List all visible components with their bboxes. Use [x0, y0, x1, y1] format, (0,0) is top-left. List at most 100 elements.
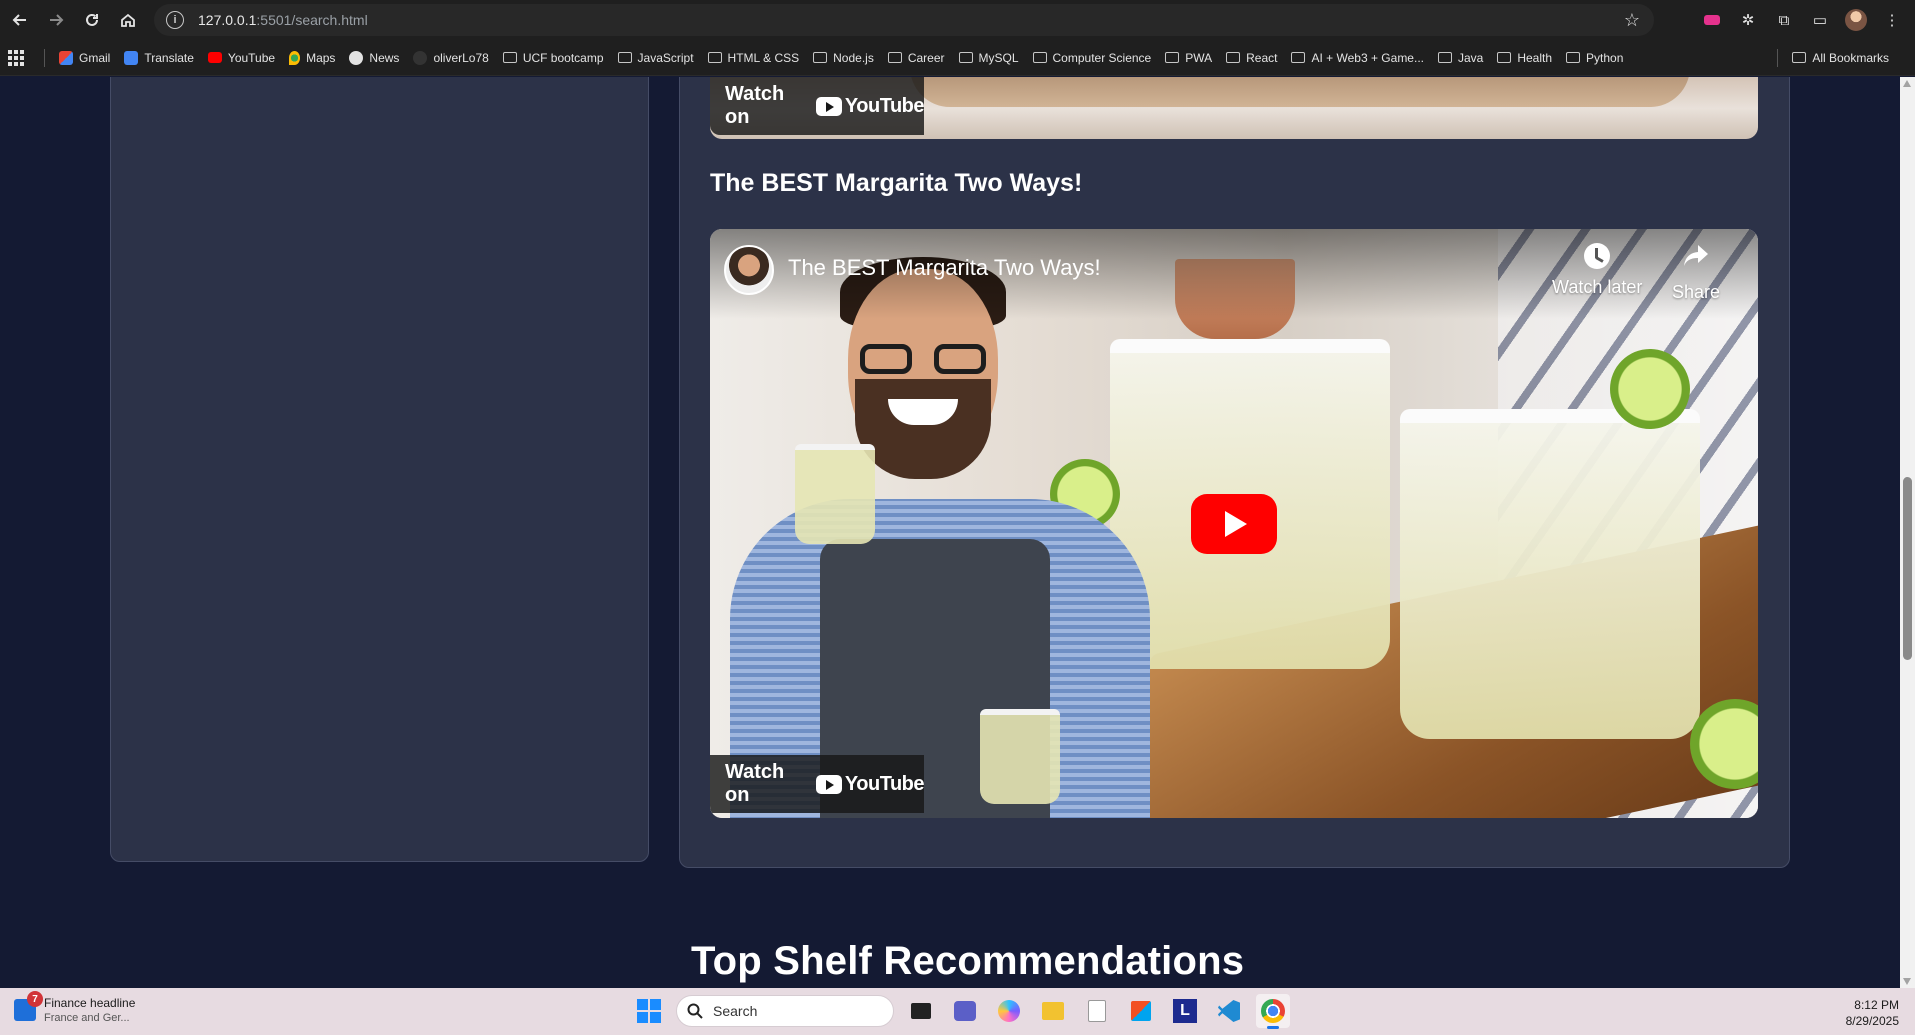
- home-icon: [121, 13, 135, 27]
- watch-on-label: Watch on: [725, 761, 785, 806]
- bookmark-folder-html-css[interactable]: HTML & CSS: [707, 51, 799, 65]
- bookmark-folder-ai-web3-game[interactable]: AI + Web3 + Game...: [1291, 51, 1424, 65]
- youtube-wordmark: YouTube: [844, 94, 925, 117]
- all-bookmarks-button[interactable]: All Bookmarks: [1777, 48, 1889, 67]
- bookmark-folder-career[interactable]: Career: [887, 50, 945, 65]
- notepad-icon[interactable]: [1080, 994, 1114, 1028]
- bookmark-folder-pwa[interactable]: PWA: [1165, 51, 1212, 65]
- bookmark-folder-react[interactable]: React: [1226, 51, 1277, 65]
- watch-later-button[interactable]: Watch later: [1552, 243, 1642, 298]
- bookmark-folder-python[interactable]: Python: [1566, 51, 1623, 65]
- bookmark-folder-javascript[interactable]: JavaScript: [617, 51, 694, 65]
- home-button[interactable]: [110, 2, 146, 38]
- github-icon: [413, 50, 428, 65]
- maps-icon: [289, 50, 301, 65]
- bookmarks-bar: Gmail Translate YouTube Maps News oliver…: [0, 40, 1915, 76]
- task-view-icon[interactable]: [904, 994, 938, 1028]
- folder-icon: [958, 52, 973, 63]
- chrome-icon[interactable]: [1256, 994, 1290, 1029]
- folder-icon: [707, 52, 722, 63]
- url-text[interactable]: 127.0.0.1:5501/search.html: [198, 12, 368, 28]
- player-video-title[interactable]: The BEST Margarita Two Ways!: [788, 255, 1101, 281]
- watch-on-youtube-button[interactable]: Watch on YouTube: [710, 77, 925, 135]
- windows-taskbar: 7 Finance headline France and Ger... Sea…: [0, 988, 1915, 1035]
- bookmark-folder-mysql[interactable]: MySQL: [958, 51, 1019, 65]
- folder-icon: [1226, 52, 1241, 63]
- page-viewport: Watch on YouTube The BEST Margarita Two …: [0, 77, 1900, 988]
- profile-avatar[interactable]: [1841, 5, 1871, 35]
- bookmark-star-icon[interactable]: ☆: [1624, 10, 1640, 31]
- youtube-play-icon: [815, 96, 842, 116]
- microsoft-store-icon[interactable]: [1124, 994, 1158, 1028]
- taskbar-search[interactable]: Search: [676, 995, 894, 1027]
- previous-video-embed[interactable]: Watch on YouTube: [710, 77, 1758, 139]
- bookmark-label: Career: [907, 50, 945, 65]
- folder-icon: [1497, 52, 1512, 63]
- bookmark-folder-java[interactable]: Java: [1437, 50, 1484, 65]
- bookmark-label: Computer Science: [1052, 50, 1152, 65]
- extensions-puzzle-icon[interactable]: ⧉: [1769, 5, 1799, 35]
- news-widget-icon: 7: [14, 991, 43, 1021]
- bookmark-label: Java: [1457, 50, 1484, 65]
- bookmark-label: Python: [1586, 50, 1624, 65]
- share-label: Share: [1672, 282, 1721, 302]
- thumbnail-lime: [1610, 349, 1690, 429]
- watch-on-label: Watch on: [725, 83, 785, 128]
- toolbar-actions: ✲ ⧉ ▭ ⋮: [1697, 0, 1915, 40]
- menu-kebab-icon[interactable]: ⋮: [1877, 5, 1907, 35]
- video-title: The BEST Margarita Two Ways!: [710, 169, 1083, 197]
- share-button[interactable]: Share: [1672, 243, 1720, 303]
- youtube-embed-player[interactable]: The BEST Margarita Two Ways! Watch later…: [710, 229, 1758, 818]
- bookmark-gmail[interactable]: Gmail: [59, 50, 110, 65]
- news-widget[interactable]: 7 Finance headline France and Ger...: [14, 991, 136, 1024]
- youtube-play-icon: [815, 774, 842, 794]
- bookmark-translate[interactable]: Translate: [124, 50, 194, 65]
- youtube-play-button[interactable]: [1191, 494, 1277, 554]
- bookmark-folder-ucf-bootcamp[interactable]: UCF bootcamp: [502, 50, 604, 65]
- thumbnail-margarita-glass: [1400, 409, 1700, 739]
- bookmark-label: Health: [1517, 50, 1553, 65]
- scrollbar-thumb[interactable]: [1903, 477, 1912, 660]
- bookmark-label: UCF bootcamp: [522, 50, 604, 65]
- gmail-icon: [59, 50, 73, 65]
- address-bar[interactable]: i 127.0.0.1:5501/search.html ☆: [154, 4, 1654, 36]
- bookmark-maps[interactable]: Maps: [289, 50, 335, 65]
- bookmark-folder-health[interactable]: Health: [1497, 51, 1552, 65]
- sidebar-card: [110, 77, 649, 862]
- forward-button[interactable]: [38, 2, 74, 38]
- bookmark-folder-computer-science[interactable]: Computer Science: [1032, 50, 1152, 65]
- share-arrow-icon: [1682, 243, 1710, 274]
- back-button[interactable]: [2, 2, 38, 38]
- teams-icon[interactable]: [948, 994, 982, 1028]
- extension-pink-icon[interactable]: [1697, 5, 1727, 35]
- bookmark-oliverlo78[interactable]: oliverLo78: [413, 50, 489, 65]
- watch-on-youtube-button[interactable]: Watch on YouTube: [710, 755, 925, 813]
- scroll-up-arrow-icon[interactable]: [1903, 80, 1911, 87]
- bookmark-label: React: [1246, 50, 1278, 65]
- reload-icon: [86, 13, 98, 26]
- folder-icon: [502, 52, 517, 63]
- folder-icon: [617, 52, 632, 63]
- bookmark-folder-nodejs[interactable]: Node.js: [813, 51, 874, 65]
- all-bookmarks-label: All Bookmarks: [1812, 50, 1889, 65]
- url-host: 127.0.0.1: [198, 12, 257, 28]
- start-button[interactable]: [632, 994, 666, 1028]
- vscode-icon[interactable]: [1212, 994, 1246, 1028]
- bookmark-youtube[interactable]: YouTube: [207, 51, 275, 65]
- copilot-icon[interactable]: [992, 994, 1026, 1028]
- scroll-down-arrow-icon[interactable]: [1903, 978, 1911, 985]
- page-scrollbar[interactable]: [1900, 77, 1915, 988]
- site-info-icon[interactable]: i: [166, 11, 184, 29]
- l-app-icon[interactable]: L: [1168, 994, 1202, 1028]
- bookmark-news[interactable]: News: [349, 50, 399, 65]
- news-headline: Finance headline: [44, 996, 136, 1010]
- extension-gear-icon[interactable]: ✲: [1733, 5, 1763, 35]
- channel-avatar[interactable]: [724, 245, 774, 295]
- folder-icon: [813, 52, 828, 63]
- tab-search-icon[interactable]: ▭: [1805, 5, 1835, 35]
- system-clock[interactable]: 8:12 PM 8/29/2025: [1846, 997, 1899, 1029]
- file-explorer-icon[interactable]: [1036, 994, 1070, 1028]
- reload-button[interactable]: [74, 2, 110, 38]
- apps-grid-icon[interactable]: [8, 49, 24, 66]
- notification-badge: 7: [27, 991, 43, 1007]
